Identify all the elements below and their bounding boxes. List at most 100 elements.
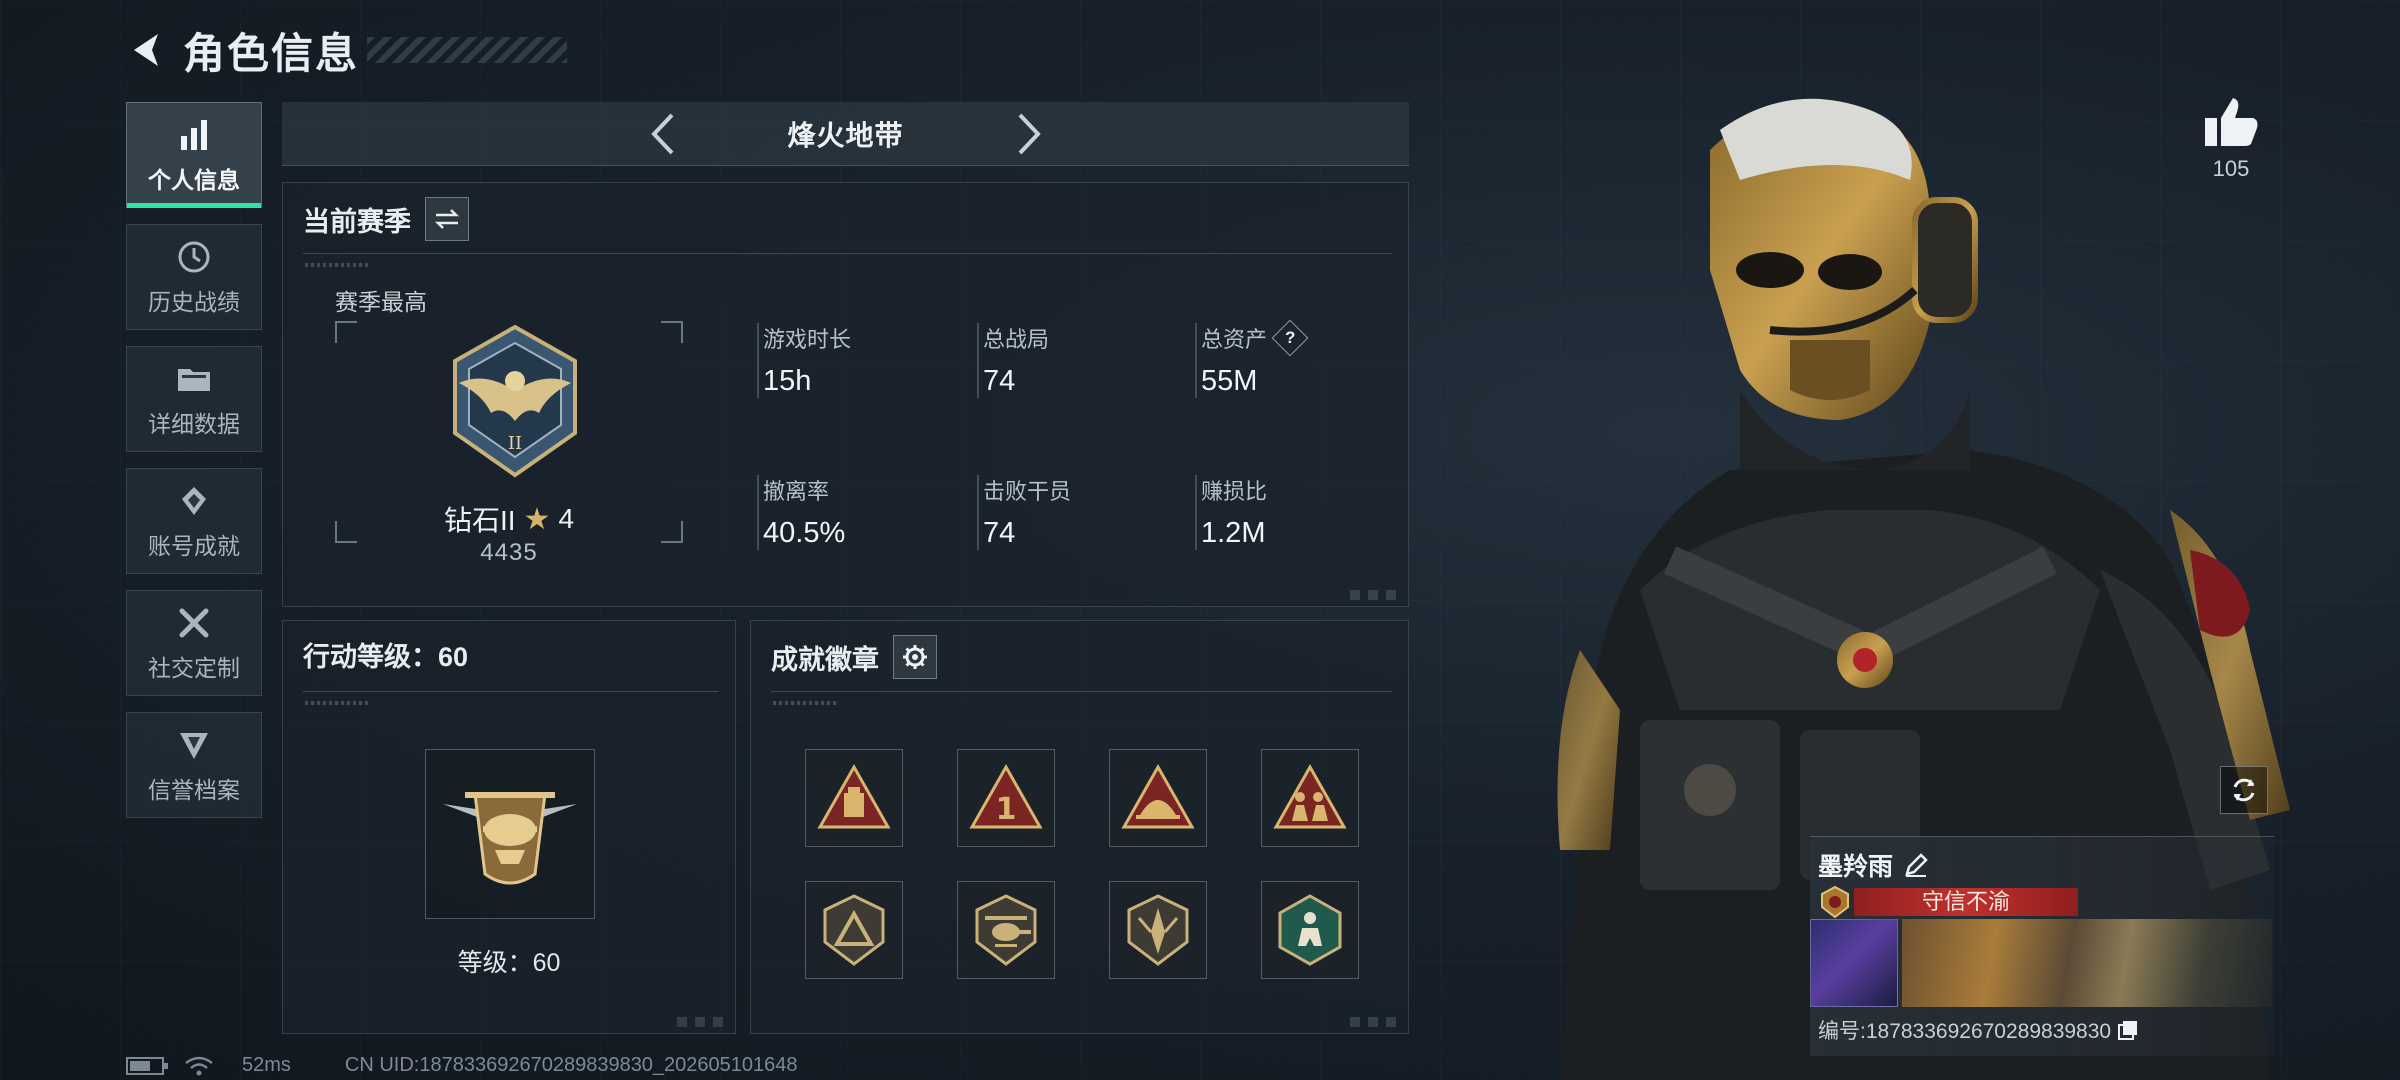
nav-item-credit-record[interactable]: 信誉档案 <box>126 712 262 818</box>
triangle-shield-badge-icon <box>823 894 885 966</box>
rank-score: 4435 <box>480 539 538 566</box>
panel-title: 当前赛季 <box>303 206 411 237</box>
divider <box>303 253 1392 254</box>
rank-name: 钻石II <box>443 505 516 536</box>
dome-badge-icon <box>1121 763 1195 829</box>
stat-label: 总战局 <box>983 327 1050 352</box>
header: 角色信息 <box>125 22 568 78</box>
edit-pencil-icon[interactable] <box>1903 852 1929 878</box>
map-switcher: 烽火地带 <box>282 102 1409 166</box>
achievement-badge[interactable] <box>1261 881 1359 979</box>
stat-value: 1.2M <box>1201 517 1266 549</box>
achievement-badge[interactable] <box>805 749 903 847</box>
level-text: 等级：60 <box>457 949 561 977</box>
help-icon[interactable]: ? <box>1271 319 1309 357</box>
rotate-icon <box>2233 778 2255 802</box>
decoration-dots <box>305 263 369 267</box>
number-one-badge-icon: 1 <box>969 763 1043 829</box>
stat-label-text: 总资产 <box>1201 327 1268 352</box>
page-title: 角色信息 <box>183 29 360 77</box>
switch-season-button[interactable] <box>425 197 469 241</box>
chevron-left-icon[interactable] <box>640 106 686 162</box>
player-name-row: 墨羚雨 <box>1818 847 1929 883</box>
panel-corner-decoration <box>1350 590 1400 600</box>
map-name: 烽火地带 <box>787 119 904 151</box>
nav-item-social-customize[interactable]: 社交定制 <box>126 590 262 696</box>
season-best-label: 赛季最高 <box>335 289 427 315</box>
stat-label: 击败干员 <box>983 479 1072 504</box>
wifi-icon <box>184 1055 228 1077</box>
player-id-row: 编号:1878336926702898398​30 <box>1818 1015 2139 1045</box>
nav-label: 社交定制 <box>148 655 240 681</box>
diamond-rank-emblem-icon: II <box>435 321 595 481</box>
panel-header: 当前赛季 <box>303 197 469 241</box>
player-title: 守信不渝 <box>1854 888 2078 916</box>
stat-label: 撤离率 <box>763 479 830 504</box>
rotate-model-button[interactable] <box>2220 766 2268 814</box>
hexagon-runner-badge-icon <box>1278 894 1342 966</box>
player-card: 墨羚雨 守信不渝 编号:1878336926702898398​30 <box>1810 836 2274 1056</box>
rank-stars: 4 <box>558 503 575 534</box>
ping-text: 52ms <box>242 1054 291 1076</box>
achievement-badge[interactable] <box>805 881 903 979</box>
panel-title: 成就徽章 <box>771 644 879 675</box>
back-arrow-icon[interactable] <box>125 27 171 73</box>
panel-title: 行动等级：60 <box>303 642 469 672</box>
nav-item-history[interactable]: 历史战绩 <box>126 224 262 330</box>
helicopter-emblem-icon <box>443 792 577 885</box>
achievement-badge[interactable] <box>1261 749 1359 847</box>
stat-value: 15h <box>763 365 812 397</box>
like-count: 105 <box>2212 156 2250 181</box>
nav-item-account-achievements[interactable]: 账号成就 <box>126 468 262 574</box>
level-emblem[interactable] <box>425 749 595 919</box>
stat-total-matches: 总战局 74 <box>977 323 1177 398</box>
history-icon <box>174 237 214 277</box>
bar-chart-icon <box>174 115 214 155</box>
nav-label: 信誉档案 <box>148 777 240 803</box>
gear-icon <box>903 645 927 669</box>
panel-corner-decoration <box>1350 1017 1400 1027</box>
star-icon: ★ <box>523 502 551 536</box>
rank-frame: II 钻石II ★ 4 4435 <box>335 321 683 566</box>
sidebar-nav: 个人信息 历史战绩 详细数据 账号成就 社交定制 信誉档案 <box>126 102 262 834</box>
thumbs-up-icon[interactable] <box>2203 96 2259 148</box>
credit-icon <box>174 725 214 765</box>
stat-value: 74 <box>983 517 1016 549</box>
badge-settings-button[interactable] <box>893 635 937 679</box>
stat-value: 74 <box>983 365 1016 397</box>
nav-item-personal-info[interactable]: 个人信息 <box>126 102 262 208</box>
achievement-badges-panel: 成就徽章 1 <box>750 620 1409 1034</box>
achievement-badge[interactable] <box>957 881 1055 979</box>
supply-badge-icon <box>817 763 891 829</box>
divider <box>771 691 1392 692</box>
stat-value: 55M <box>1201 365 1258 397</box>
achievement-badge[interactable]: 1 <box>957 749 1055 847</box>
decoration-dots <box>773 701 837 705</box>
player-title-row[interactable]: 守信不渝 <box>1818 885 2078 919</box>
achievement-badge[interactable] <box>1109 881 1207 979</box>
stat-value: 40.5% <box>763 517 846 549</box>
stat-play-time: 游戏时长 15h <box>757 323 957 398</box>
folder-icon <box>174 359 214 399</box>
divider <box>303 691 719 692</box>
tools-icon <box>174 603 214 643</box>
panel-header: 成就徽章 <box>771 635 937 679</box>
avatar[interactable] <box>1810 919 1898 1007</box>
achievement-icon <box>174 481 214 521</box>
blade-shield-badge-icon <box>1127 894 1189 966</box>
decoration-dots <box>305 701 369 705</box>
stat-label: 总资产 ? <box>1201 319 1395 357</box>
operation-level-panel: 行动等级：60 等级：60 <box>282 620 736 1034</box>
badge-grid: 1 <box>805 749 1359 979</box>
battery-icon <box>126 1055 170 1077</box>
nav-item-detail-data[interactable]: 详细数据 <box>126 346 262 452</box>
namecard-image[interactable] <box>1902 919 2272 1007</box>
panel-header: 行动等级：60 <box>303 635 468 674</box>
stat-extract-rate: 撤离率 40.5% <box>757 475 957 550</box>
achievement-badge[interactable] <box>1109 749 1207 847</box>
copy-icon[interactable] <box>2117 1019 2139 1041</box>
chevron-right-icon[interactable] <box>1006 106 1052 162</box>
nav-label: 账号成就 <box>148 533 240 559</box>
svg-text:1: 1 <box>996 792 1017 827</box>
stat-total-assets: 总资产 ? 55M <box>1195 319 1395 398</box>
